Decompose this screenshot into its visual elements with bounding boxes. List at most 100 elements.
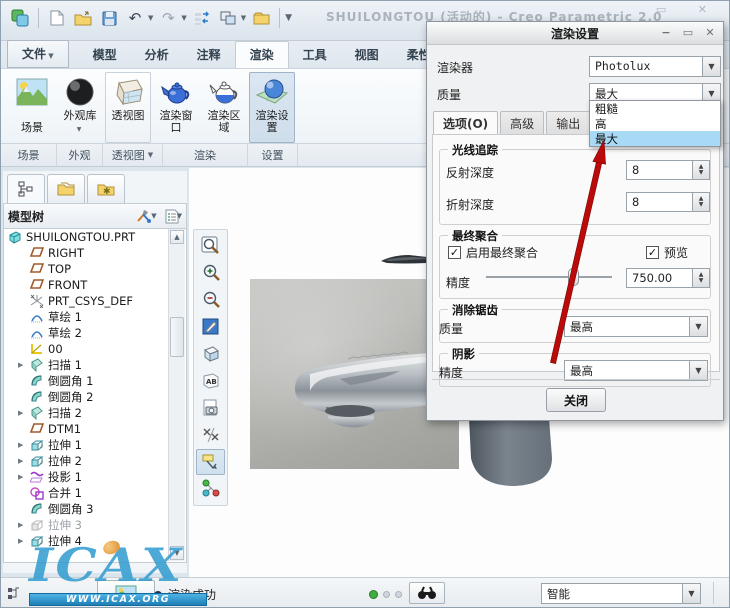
tab-advanced[interactable]: 高级 — [500, 111, 545, 135]
aa-quality-combobox[interactable]: 最高 ▼ — [564, 316, 708, 337]
quality-option-max[interactable]: 最大 — [590, 131, 720, 146]
tab-model[interactable]: 模型 — [79, 42, 131, 68]
enable-final-gather-checkbox[interactable]: ✓ 启用最终聚合 — [448, 244, 538, 261]
tree-item-extrude2[interactable]: ▶ 拉伸 2 — [4, 453, 186, 469]
tab-render[interactable]: 渲染 — [234, 41, 289, 68]
render-image-button[interactable] — [97, 580, 155, 606]
tab-view[interactable]: 视图 — [341, 42, 393, 68]
save-button[interactable] — [98, 7, 120, 29]
saved-orientations-button[interactable]: AB — [196, 368, 225, 394]
tree-item-front[interactable]: FRONT — [4, 277, 186, 293]
tree-item-csys[interactable]: PRT_CSYS_DEF — [4, 293, 186, 309]
redo-button[interactable]: ↷ — [157, 7, 179, 29]
folder-browser-tab[interactable] — [47, 174, 85, 203]
tab-file[interactable]: 文件 ▼ — [7, 40, 69, 68]
new-file-button[interactable] — [46, 7, 68, 29]
tab-annotate[interactable]: 注释 — [183, 42, 235, 68]
refract-depth-spinner[interactable]: 8 ▲ ▼ — [626, 192, 710, 212]
dialog-minimize-button[interactable]: − — [659, 26, 673, 39]
toolbar-overflow-arrow[interactable]: ▼ — [285, 13, 292, 23]
regenerate-button[interactable] — [191, 7, 213, 29]
tab-output[interactable]: 输出 — [546, 111, 591, 135]
render-region-button[interactable]: 渲染区域 — [201, 72, 247, 143]
expand-arrow[interactable]: ▶ — [18, 457, 28, 465]
close-window-button[interactable] — [250, 7, 272, 29]
expand-arrow[interactable]: ▶ — [18, 521, 28, 529]
dialog-close-icon[interactable]: ✕ — [703, 26, 717, 39]
tab-options[interactable]: 选项(O) — [433, 111, 499, 135]
tree-item-right[interactable]: RIGHT — [4, 245, 186, 261]
tree-item-extrude3[interactable]: ▶ 拉伸 3 — [4, 517, 186, 533]
renderer-combobox[interactable]: Photolux ▼ — [589, 56, 721, 77]
group-appearance: 外观 — [57, 144, 103, 166]
preview-checkbox[interactable]: ✓ 预览 — [646, 244, 688, 261]
tree-filters-button[interactable]: ▼ — [165, 209, 182, 224]
tree-item-round2[interactable]: 倒圆角 2 — [4, 389, 186, 405]
expand-arrow[interactable]: ▶ — [18, 361, 28, 369]
expand-arrow[interactable]: ▶ — [18, 473, 28, 481]
reflect-depth-spinner[interactable]: 8 ▲ ▼ — [626, 160, 710, 180]
zoom-out-button[interactable] — [196, 287, 225, 313]
tree-item-extrude4[interactable]: ▶ 拉伸 4 — [4, 533, 186, 549]
zoom-refit-button[interactable] — [196, 233, 225, 259]
window-controls[interactable]: ▭ ✕ — [656, 3, 721, 16]
open-file-button[interactable] — [72, 7, 94, 29]
shadow-precision-combobox[interactable]: 最高 ▼ — [564, 360, 708, 381]
tree-item-part[interactable]: SHUILONGTOU.PRT — [4, 229, 186, 245]
model-tree-toggle-icon[interactable] — [7, 586, 23, 600]
model-tree-tab[interactable] — [7, 174, 45, 203]
tree-scrollbar[interactable]: ▲ ▼ — [168, 229, 185, 561]
scroll-thumb[interactable] — [170, 317, 184, 357]
precision-slider[interactable] — [486, 268, 612, 286]
tree-item-sweep2[interactable]: ▶ 扫描 2 — [4, 405, 186, 421]
perspective-view-button[interactable]: 透视图 — [105, 72, 151, 143]
tree-item-sketch2[interactable]: 草绘 2 — [4, 325, 186, 341]
group-perspective[interactable]: 透视图 ▼ — [103, 144, 163, 166]
zoom-in-button[interactable] — [196, 260, 225, 286]
scene-button[interactable]: 场景 — [9, 72, 55, 143]
selection-filter-combobox[interactable]: 智能 ▼ — [541, 583, 701, 604]
undo-dropdown-arrow[interactable]: ▼ — [148, 14, 153, 22]
close-button[interactable]: 关闭 — [546, 388, 606, 412]
dialog-title-bar[interactable]: 渲染设置 − ▭ ✕ — [427, 22, 723, 45]
tree-item-top[interactable]: TOP — [4, 261, 186, 277]
favorites-tab[interactable]: ✱ — [87, 174, 125, 203]
tab-analysis[interactable]: 分析 — [131, 42, 183, 68]
tree-item-curve[interactable]: 00 — [4, 341, 186, 357]
tree-item-project1[interactable]: ▶ 投影 1 — [4, 469, 186, 485]
expand-arrow[interactable]: ▶ — [18, 441, 28, 449]
tree-item-round1[interactable]: 倒圆角 1 — [4, 373, 186, 389]
tree-item-merge1[interactable]: 合并 1 — [4, 485, 186, 501]
scroll-up-button[interactable]: ▲ — [170, 230, 184, 244]
scroll-down-button[interactable]: ▼ — [170, 546, 184, 560]
dialog-maximize-button[interactable]: ▭ — [681, 26, 695, 39]
quality-option-high[interactable]: 高 — [590, 116, 720, 131]
app-icon[interactable] — [9, 7, 31, 29]
datum-display-button[interactable] — [196, 422, 225, 448]
tree-item-extrude1[interactable]: ▶ 拉伸 1 — [4, 437, 186, 453]
appearance-gallery-button[interactable]: 外观库▼ — [57, 72, 103, 143]
display-style-button[interactable] — [196, 341, 225, 367]
slider-thumb[interactable] — [568, 268, 579, 286]
redo-dropdown-arrow[interactable]: ▼ — [181, 14, 186, 22]
expand-arrow[interactable]: ▶ — [18, 537, 28, 545]
precision-spinner[interactable]: 750.00 ▲ ▼ — [626, 268, 710, 288]
tree-item-round3[interactable]: 倒圆角 3 — [4, 501, 186, 517]
view-manager-button[interactable] — [196, 395, 225, 421]
windows-button[interactable] — [217, 7, 239, 29]
quality-option-coarse[interactable]: 粗糙 — [590, 101, 720, 116]
render-window-button[interactable]: 渲染窗口 — [153, 72, 199, 143]
annotation-display-button[interactable] — [196, 449, 225, 475]
repaint-button[interactable] — [196, 314, 225, 340]
windows-dropdown-arrow[interactable]: ▼ — [241, 14, 246, 22]
search-button[interactable] — [409, 582, 445, 604]
tree-item-sweep1[interactable]: ▶ 扫描 1 — [4, 357, 186, 373]
tree-item-dtm1[interactable]: DTM1 — [4, 421, 186, 437]
tab-tools[interactable]: 工具 — [289, 42, 341, 68]
spin-center-button[interactable] — [196, 476, 225, 502]
undo-button[interactable]: ↶ — [124, 7, 146, 29]
render-setup-button[interactable]: 渲染设置 — [249, 72, 295, 143]
tree-item-sketch1[interactable]: 草绘 1 — [4, 309, 186, 325]
tree-tools-button[interactable]: ▼ — [135, 208, 157, 224]
expand-arrow[interactable]: ▶ — [18, 409, 28, 417]
